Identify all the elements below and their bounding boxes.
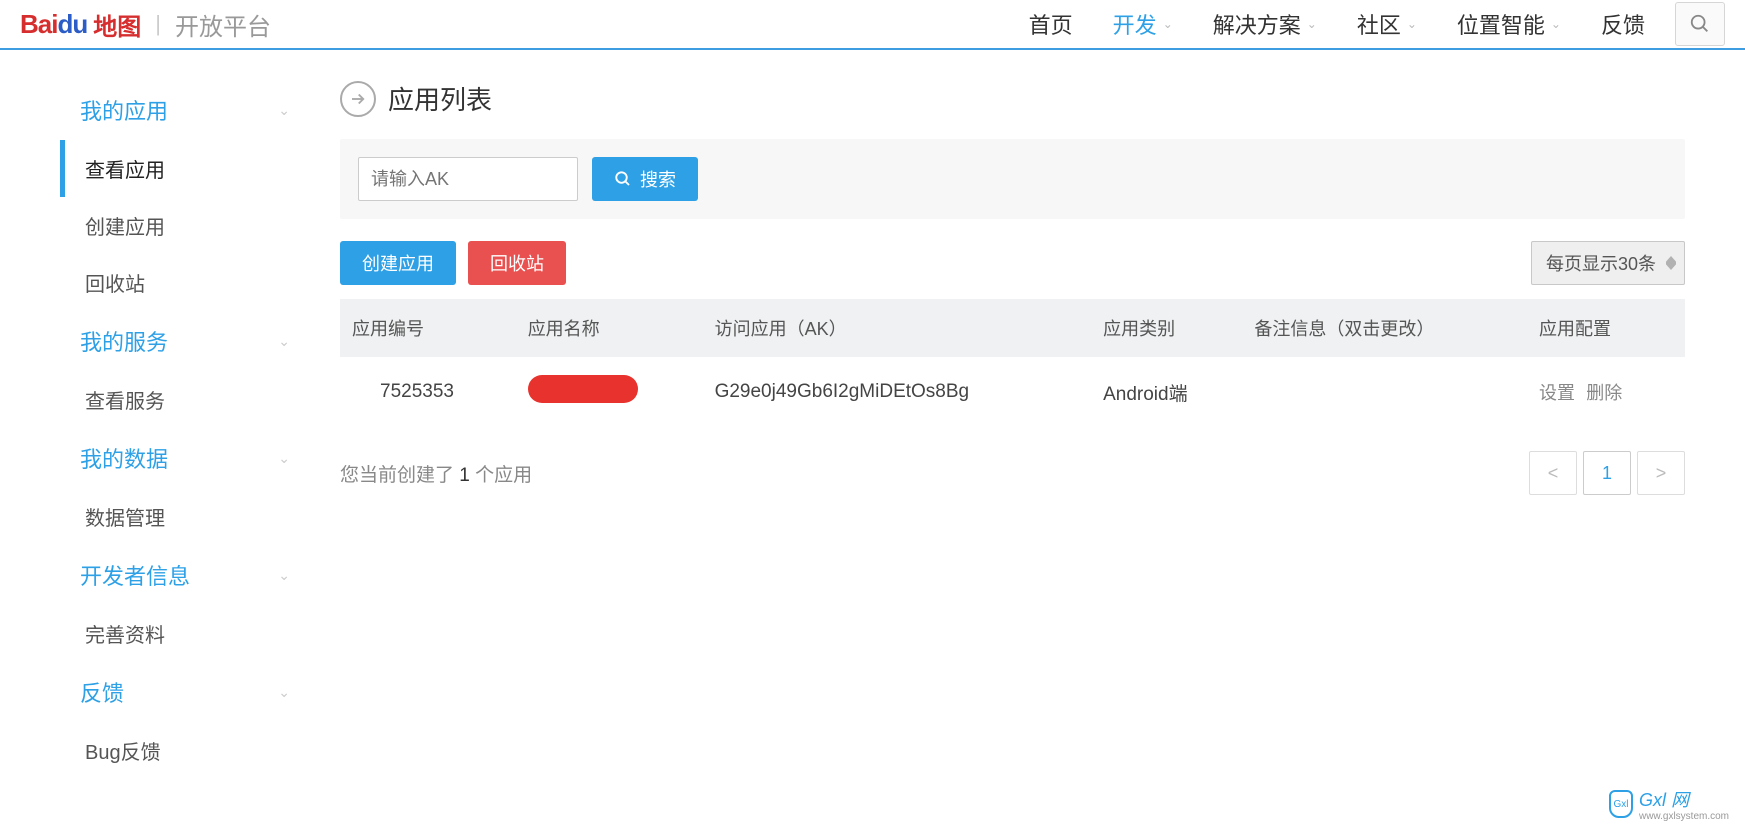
row-action-delete[interactable]: 删除 xyxy=(1586,383,1622,403)
sidebar-section-title[interactable]: 我的应用⌄ xyxy=(60,80,310,140)
sidebar-item[interactable]: Bug反馈 xyxy=(60,722,310,779)
create-app-button[interactable]: 创建应用 xyxy=(340,241,456,285)
nav-item[interactable]: 首页 xyxy=(1029,8,1073,40)
sidebar: 我的应用⌄查看应用创建应用回收站我的服务⌄查看服务我的数据⌄数据管理开发者信息⌄… xyxy=(60,80,310,779)
page-next-button[interactable]: > xyxy=(1637,451,1685,495)
table-header: 应用配置 xyxy=(1527,299,1685,357)
page-size-select[interactable]: 每页显示30条 xyxy=(1531,241,1685,285)
table-footer: 您当前创建了 1 个应用 < 1 > xyxy=(340,451,1685,495)
sidebar-section-title[interactable]: 我的服务⌄ xyxy=(60,311,310,371)
row-action-settings[interactable]: 设置 xyxy=(1539,383,1575,403)
chevron-down-icon: ⌄ xyxy=(1307,17,1317,31)
search-icon xyxy=(614,170,632,188)
chevron-down-icon: ⌄ xyxy=(278,567,290,584)
platform-title: 开放平台 xyxy=(175,7,271,42)
search-icon xyxy=(1689,13,1711,35)
search-button-label: 搜索 xyxy=(640,166,676,192)
app-table: 应用编号应用名称访问应用（AK）应用类别备注信息（双击更改）应用配置 75253… xyxy=(340,299,1685,427)
nav-item[interactable]: 社区⌄ xyxy=(1357,8,1417,40)
pagination: < 1 > xyxy=(1529,451,1685,495)
cell-actions: 设置 删除 xyxy=(1527,357,1685,427)
cell-ak: G29e0j49Gb6I2gMiDEtOs8Bg xyxy=(703,357,1092,427)
top-nav: 首页 开发⌄ 解决方案⌄ 社区⌄ 位置智能⌄ 反馈 xyxy=(1029,8,1675,40)
sidebar-item[interactable]: 创建应用 xyxy=(60,197,310,254)
main-content: 应用列表 搜索 创建应用 回收站 每页显示30条 应用编号应用名称访问应用（AK… xyxy=(310,80,1685,779)
cell-type: Android端 xyxy=(1091,357,1242,427)
search-bar: 搜索 xyxy=(340,139,1685,219)
ak-input[interactable] xyxy=(358,157,578,201)
arrow-right-circle-icon xyxy=(340,81,376,117)
nav-item[interactable]: 解决方案⌄ xyxy=(1213,8,1317,40)
sidebar-item[interactable]: 查看服务 xyxy=(60,371,310,428)
chevron-down-icon: ⌄ xyxy=(1407,17,1417,31)
logo-divider: | xyxy=(155,11,161,37)
chevron-down-icon: ⌄ xyxy=(278,450,290,467)
sidebar-item[interactable]: 回收站 xyxy=(60,254,310,311)
logo[interactable]: Baidu 地图 | 开放平台 xyxy=(20,7,271,42)
chevron-down-icon: ⌄ xyxy=(278,102,290,119)
table-header: 应用编号 xyxy=(340,299,516,357)
nav-item[interactable]: 反馈 xyxy=(1601,8,1645,40)
sidebar-item[interactable]: 完善资料 xyxy=(60,605,310,662)
sidebar-item[interactable]: 数据管理 xyxy=(60,488,310,545)
nav-item[interactable]: 开发⌄ xyxy=(1113,8,1173,40)
logo-sub: 地图 xyxy=(93,7,141,42)
sidebar-section-title[interactable]: 开发者信息⌄ xyxy=(60,545,310,605)
search-icon-button[interactable] xyxy=(1675,2,1725,46)
page-prev-button[interactable]: < xyxy=(1529,451,1577,495)
logo-bai: Bai xyxy=(20,9,57,39)
chevron-down-icon: ⌄ xyxy=(1163,17,1173,31)
action-row: 创建应用 回收站 每页显示30条 xyxy=(340,241,1685,285)
logo-du: du xyxy=(57,9,87,39)
top-header: Baidu 地图 | 开放平台 首页 开发⌄ 解决方案⌄ 社区⌄ 位置智能⌄ 反馈 xyxy=(0,0,1745,50)
chevron-down-icon: ⌄ xyxy=(278,333,290,350)
page-title: 应用列表 xyxy=(388,80,492,117)
sidebar-section-title[interactable]: 我的数据⌄ xyxy=(60,428,310,488)
chevron-down-icon: ⌄ xyxy=(1551,17,1561,31)
table-header: 应用类别 xyxy=(1091,299,1242,357)
table-header: 备注信息（双击更改） xyxy=(1242,299,1527,357)
watermark: Gxl Gxl 网 www.gxlsystem.com xyxy=(1609,786,1729,822)
shield-icon: Gxl xyxy=(1609,790,1633,818)
recycle-button[interactable]: 回收站 xyxy=(468,241,566,285)
cell-name xyxy=(516,357,703,427)
table-header: 应用名称 xyxy=(516,299,703,357)
table-row: 7525353 G29e0j49Gb6I2gMiDEtOs8BgAndroid端 设… xyxy=(340,357,1685,427)
search-button[interactable]: 搜索 xyxy=(592,157,698,201)
count-text: 您当前创建了 1 个应用 xyxy=(340,460,532,487)
nav-item[interactable]: 位置智能⌄ xyxy=(1457,8,1561,40)
page-current-button[interactable]: 1 xyxy=(1583,451,1631,495)
sidebar-section-title[interactable]: 反馈⌄ xyxy=(60,662,310,722)
cell-id: 7525353 xyxy=(340,357,516,427)
redacted-name xyxy=(528,375,638,403)
sidebar-item[interactable]: 查看应用 xyxy=(60,140,310,197)
page-title-row: 应用列表 xyxy=(340,80,1685,117)
cell-note[interactable] xyxy=(1242,357,1527,427)
table-header: 访问应用（AK） xyxy=(703,299,1092,357)
chevron-down-icon: ⌄ xyxy=(278,684,290,701)
